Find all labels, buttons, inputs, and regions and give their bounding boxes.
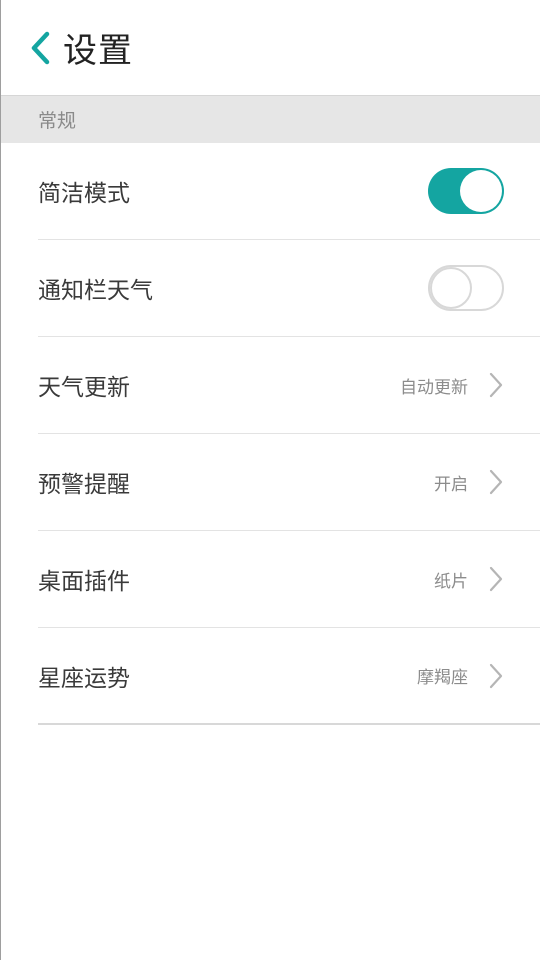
setting-value-group: 开启 (434, 468, 504, 496)
setting-value: 开启 (434, 474, 468, 495)
chevron-right-icon (489, 663, 503, 688)
chevron-right-icon (489, 372, 503, 398)
setting-notification-weather[interactable]: 通知栏天气 (38, 240, 540, 337)
setting-simple-mode[interactable]: 简洁模式 (38, 143, 540, 240)
setting-value-group: 摩羯座 (417, 662, 504, 690)
chevron-right-icon (489, 566, 503, 592)
setting-label: 预警提醒 (38, 472, 130, 498)
setting-label: 简洁模式 (38, 181, 130, 207)
setting-label: 桌面插件 (38, 569, 130, 595)
setting-alert-reminder[interactable]: 预警提醒 开启 (38, 434, 540, 531)
chevron-left-icon (31, 31, 50, 64)
setting-label: 天气更新 (38, 375, 130, 401)
setting-value: 纸片 (434, 571, 468, 592)
setting-value: 自动更新 (400, 377, 468, 398)
settings-screen: 设置 常规 简洁模式 通知栏天气 天气更新 自动更新 预警提醒 开启 桌面插件 … (0, 0, 540, 960)
page-title: 设置 (63, 31, 133, 71)
setting-label: 通知栏天气 (38, 278, 153, 304)
setting-weather-update[interactable]: 天气更新 自动更新 (38, 337, 540, 434)
setting-value: 摩羯座 (417, 668, 468, 688)
top-bar: 设置 (1, 0, 540, 96)
setting-horoscope[interactable]: 星座运势 摩羯座 (38, 628, 540, 725)
toggle-knob (430, 267, 472, 309)
section-header-general: 常规 (1, 96, 540, 143)
setting-value-group: 纸片 (434, 565, 504, 593)
chevron-right-icon (489, 469, 503, 495)
setting-desktop-widget[interactable]: 桌面插件 纸片 (38, 531, 540, 628)
simple-mode-toggle[interactable] (428, 168, 504, 214)
settings-list: 简洁模式 通知栏天气 天气更新 自动更新 预警提醒 开启 桌面插件 纸片 星座运… (1, 143, 540, 725)
back-button[interactable] (1, 0, 57, 96)
setting-label: 星座运势 (38, 665, 130, 692)
notification-weather-toggle[interactable] (428, 265, 504, 311)
setting-value-group: 自动更新 (400, 371, 504, 399)
toggle-knob (460, 170, 502, 212)
